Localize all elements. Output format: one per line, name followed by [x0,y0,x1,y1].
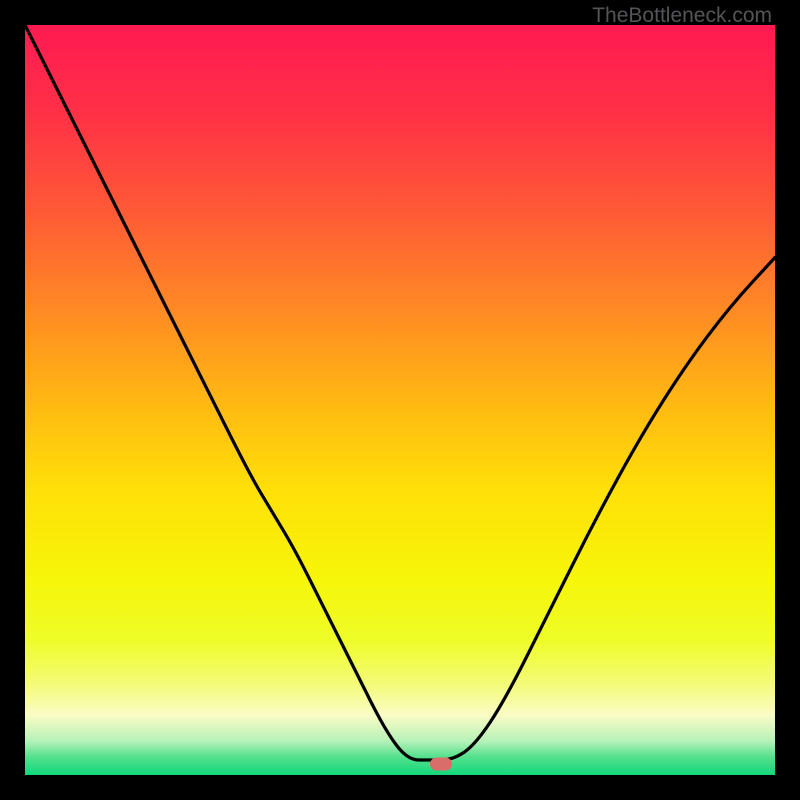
plot-area [25,25,775,775]
chart-frame: TheBottleneck.com [0,0,800,800]
optimal-point-marker [430,757,452,770]
bottleneck-curve [25,25,775,775]
